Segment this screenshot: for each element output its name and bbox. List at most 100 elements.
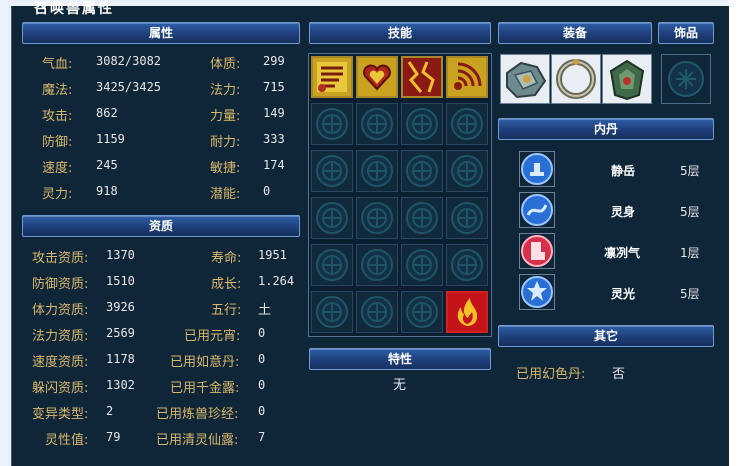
empty-slot-icon (451, 155, 483, 187)
empty-slot-icon (316, 202, 348, 234)
skill-flame-icon (448, 293, 486, 331)
neidan-icon-4[interactable] (519, 274, 555, 310)
skill-slot-10[interactable] (356, 150, 398, 192)
mp-value: 3425/3425 (96, 80, 162, 94)
neidan-icon-3[interactable] (519, 233, 555, 269)
spirit-value: 918 (96, 184, 118, 198)
neidan-orb-icon (521, 276, 553, 308)
empty-slot-icon (406, 108, 438, 140)
defense-quality-label: 防御资质: (32, 277, 89, 292)
skill-slot-24[interactable] (446, 291, 488, 333)
skill-slot-5[interactable] (311, 103, 353, 145)
potential-label: 潜能: (210, 187, 241, 202)
empty-slot-icon (316, 108, 348, 140)
magic-value: 715 (263, 80, 285, 94)
skill-slot-11[interactable] (401, 150, 443, 192)
skill-slot-18[interactable] (356, 244, 398, 286)
growth-value: 1.264 (258, 274, 295, 288)
skill-slot-8[interactable] (446, 103, 488, 145)
empty-slot-icon (361, 249, 393, 281)
skill-slot-15[interactable] (401, 197, 443, 239)
collar-equip-icon (609, 59, 645, 101)
used-qingling-value: 7 (258, 430, 266, 444)
skill-slot-19[interactable] (401, 244, 443, 286)
mutation-type-label: 变异类型: (32, 407, 89, 422)
endurance-value: 333 (263, 132, 285, 146)
empty-slot-icon (451, 249, 483, 281)
empty-slot-icon (316, 296, 348, 328)
skills-header: 技能 (309, 22, 491, 44)
speed-label: 速度: (42, 161, 73, 176)
equip-slot-ring[interactable] (551, 54, 601, 104)
other-header: 其它 (498, 325, 714, 347)
equip-slot-armor[interactable] (500, 54, 550, 104)
skill-slot-3[interactable] (401, 56, 443, 98)
neidan-icon-1[interactable] (519, 151, 555, 187)
neidan-icon-2[interactable] (519, 192, 555, 228)
used-qingling-label: 已用清灵仙露: (156, 433, 239, 448)
traits-header: 特性 (309, 348, 491, 370)
empty-slot-icon (406, 202, 438, 234)
used-huansedan-value: 否 (612, 367, 626, 382)
skill-slot-20[interactable] (446, 244, 488, 286)
skill-slot-7[interactable] (401, 103, 443, 145)
defense-value: 1159 (96, 132, 125, 146)
skill-slot-2[interactable] (356, 56, 398, 98)
skill-slot-12[interactable] (446, 150, 488, 192)
skill-slot-6[interactable] (356, 103, 398, 145)
used-huansedan-label: 已用幻色丹: (516, 367, 586, 382)
used-ruyidan-value: 0 (258, 352, 266, 366)
attack-value: 862 (96, 106, 118, 120)
skill-slot-23[interactable] (401, 291, 443, 333)
strength-value: 149 (263, 106, 285, 120)
accessory-header: 饰品 (658, 22, 714, 44)
dodge-quality-value: 1302 (106, 378, 135, 392)
skill-grid (308, 53, 492, 337)
neidan-level-2: 5层 (680, 205, 700, 219)
empty-slot-icon (406, 155, 438, 187)
constitution-label: 体质: (210, 57, 241, 72)
neidan-level-1: 5层 (680, 164, 700, 178)
skill-slot-22[interactable] (356, 291, 398, 333)
skill-slot-14[interactable] (356, 197, 398, 239)
spirituality-label: 灵性值: (45, 433, 89, 448)
growth-label: 成长: (211, 277, 242, 292)
used-lianshou-value: 0 (258, 404, 266, 418)
skill-slot-9[interactable] (311, 150, 353, 192)
spirit-label: 灵力: (42, 187, 73, 202)
empty-slot-icon (668, 61, 704, 97)
skill-slot-4[interactable] (446, 56, 488, 98)
spirituality-value: 79 (106, 430, 121, 444)
empty-slot-icon (361, 108, 393, 140)
used-ruyidan-label: 已用如意丹: (170, 355, 240, 370)
element-value: 土 (258, 303, 272, 318)
empty-slot-icon (316, 155, 348, 187)
right-edge (729, 0, 737, 466)
speed-quality-value: 1178 (106, 352, 135, 366)
element-label: 五行: (211, 303, 242, 318)
skill-slot-16[interactable] (446, 197, 488, 239)
skill-slot-17[interactable] (311, 244, 353, 286)
agility-value: 174 (263, 158, 285, 172)
strength-label: 力量: (210, 109, 241, 124)
traits-value: 无 (393, 378, 407, 393)
attack-quality-label: 攻击资质: (32, 251, 89, 266)
neidan-name-1: 静岳 (611, 164, 636, 178)
used-yuanxiao-value: 0 (258, 326, 266, 340)
empty-slot-icon (406, 296, 438, 328)
used-lianshou-label: 已用炼兽珍经: (156, 407, 239, 422)
magic-label: 法力: (210, 83, 241, 98)
endurance-label: 耐力: (210, 135, 241, 150)
attack-quality-value: 1370 (106, 248, 135, 262)
skill-slot-1[interactable] (311, 56, 353, 98)
used-yuanxiao-label: 已用元宵: (184, 329, 241, 344)
attack-label: 攻击: (42, 109, 73, 124)
skill-slot-21[interactable] (311, 291, 353, 333)
skill-wave-icon (448, 58, 486, 96)
accessory-slot[interactable] (661, 54, 711, 104)
neidan-name-2: 灵身 (611, 205, 636, 219)
equip-slot-collar[interactable] (602, 54, 652, 104)
armor-equip-icon (506, 61, 547, 99)
empty-slot-icon (361, 202, 393, 234)
skill-slot-13[interactable] (311, 197, 353, 239)
